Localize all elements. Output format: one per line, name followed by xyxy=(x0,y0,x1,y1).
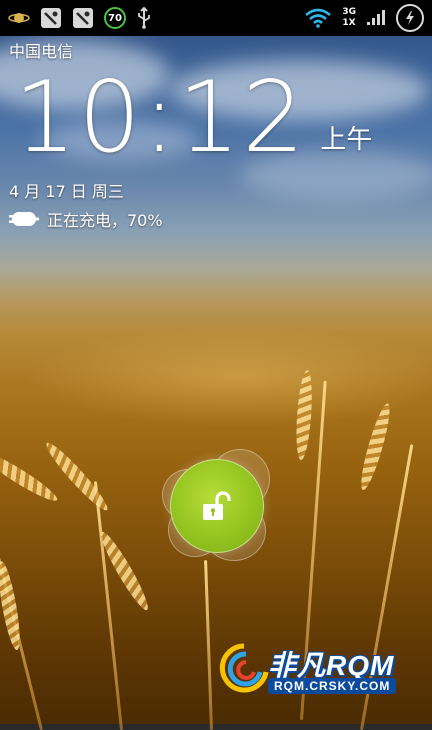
watermark-url: RQM.CRSKY.COM xyxy=(268,678,397,694)
status-bar: 70 3G 1X xyxy=(0,0,432,36)
planet-icon xyxy=(8,9,30,27)
clock-ampm: 上午 xyxy=(320,125,373,155)
network-3g-label: 3G xyxy=(342,7,356,17)
unlock-padlock-icon xyxy=(199,491,235,521)
notification-icon xyxy=(40,7,62,29)
wifi-icon xyxy=(304,8,332,28)
usb-icon xyxy=(136,7,152,29)
notification-icon xyxy=(72,7,94,29)
unlock-slider[interactable] xyxy=(162,449,272,561)
speed-badge: 70 xyxy=(104,7,126,29)
date-label: 4 月 17 日 周三 xyxy=(9,182,124,201)
status-bar-system: 3G 1X xyxy=(304,4,432,32)
battery-charging-icon xyxy=(396,4,424,32)
clock-time: 10:12 xyxy=(14,61,307,175)
swirl-logo-icon xyxy=(216,640,274,706)
status-bar-notifications: 70 xyxy=(0,7,152,29)
network-type-indicator: 3G 1X xyxy=(342,7,356,29)
signal-icon xyxy=(366,7,386,29)
watermark-logo: 非凡RQM RQM.CRSKY.COM xyxy=(216,640,416,702)
carrier-label: 中国电信 xyxy=(9,42,74,61)
unlock-handle[interactable] xyxy=(170,459,264,553)
network-1x-label: 1X xyxy=(342,18,356,28)
charging-status: 正在充电，70% xyxy=(9,207,163,231)
charging-plug-icon xyxy=(9,209,39,229)
clock: 10:12 上午 xyxy=(14,61,373,175)
charging-text: 正在充电，70% xyxy=(47,211,163,230)
